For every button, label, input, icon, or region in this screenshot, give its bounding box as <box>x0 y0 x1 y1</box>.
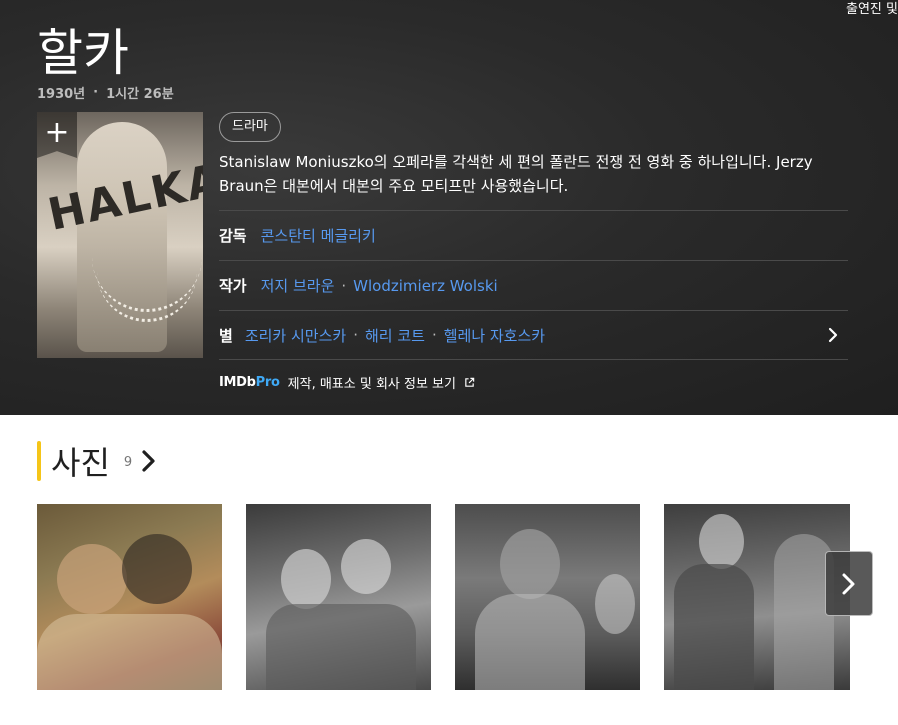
credits-list: 감독 콘스탄티 메글리키 작가 저지 브라운 · Wlodzimierz Wol… <box>219 210 848 360</box>
credit-row-writers: 작가 저지 브라운 · Wlodzimierz Wolski <box>219 260 848 310</box>
credit-label: 작가 <box>219 277 247 295</box>
writer-link[interactable]: Wlodzimierz Wolski <box>353 277 498 295</box>
cast-link-partial[interactable]: 출연진 및 <box>846 0 898 17</box>
external-link-icon <box>465 377 475 387</box>
director-link[interactable]: 콘스탄티 메글리키 <box>261 225 376 246</box>
star-link[interactable]: 조리카 시만스카 <box>245 325 346 346</box>
credit-separator: · <box>431 326 437 344</box>
plot-summary: Stanislaw Moniuszko의 오페라를 각색한 세 편의 폴란드 전… <box>219 153 813 195</box>
section-accent-bar <box>37 441 41 481</box>
photo-thumbnail[interactable] <box>37 504 222 690</box>
credit-label: 별 <box>219 326 233 345</box>
photo-thumbnail[interactable] <box>246 504 431 690</box>
release-year[interactable]: 1930년 <box>37 83 85 102</box>
chevron-right-icon <box>142 450 155 472</box>
star-link[interactable]: 헬레나 자호스카 <box>444 325 545 346</box>
photos-title: 사진 <box>51 444 110 482</box>
imdbpro-text: 제작, 매표소 및 회사 정보 보기 <box>287 377 456 392</box>
credit-label: 감독 <box>219 227 247 245</box>
page-title: 할카 <box>37 24 129 82</box>
meta-separator: · <box>93 85 99 100</box>
credit-separator: · <box>353 326 358 344</box>
chevron-right-icon <box>842 573 855 594</box>
writer-link[interactable]: 저지 브라운 <box>261 275 335 296</box>
imdbpro-logo: IMDbPro <box>219 375 280 390</box>
photo-thumbnail[interactable] <box>455 504 640 690</box>
title-hero: 출연진 및 할카 1930년 · 1시간 26분 HALKA + 드라마 Sta… <box>0 0 898 415</box>
credit-row-stars[interactable]: 별 조리카 시만스카 · 해리 코트 · 헬레나 자호스카 <box>219 310 848 360</box>
photos-section-header[interactable]: 사진 9 <box>37 438 160 484</box>
chevron-right-icon[interactable] <box>824 326 842 344</box>
plus-icon: + <box>44 115 70 150</box>
credit-separator: · <box>341 276 347 295</box>
credit-row-director: 감독 콘스탄티 메글리키 <box>219 210 848 260</box>
photo-thumbnail[interactable] <box>664 504 850 690</box>
photos-count: 9 <box>123 454 133 470</box>
star-link[interactable]: 해리 코트 <box>365 325 425 346</box>
runtime: 1시간 26분 <box>106 87 174 102</box>
photos-next-button[interactable] <box>825 551 873 616</box>
title-meta: 1930년 · 1시간 26분 <box>37 83 174 102</box>
imdbpro-link[interactable]: IMDbPro 제작, 매표소 및 회사 정보 보기 <box>219 373 475 392</box>
genre-chip-drama[interactable]: 드라마 <box>219 112 281 142</box>
